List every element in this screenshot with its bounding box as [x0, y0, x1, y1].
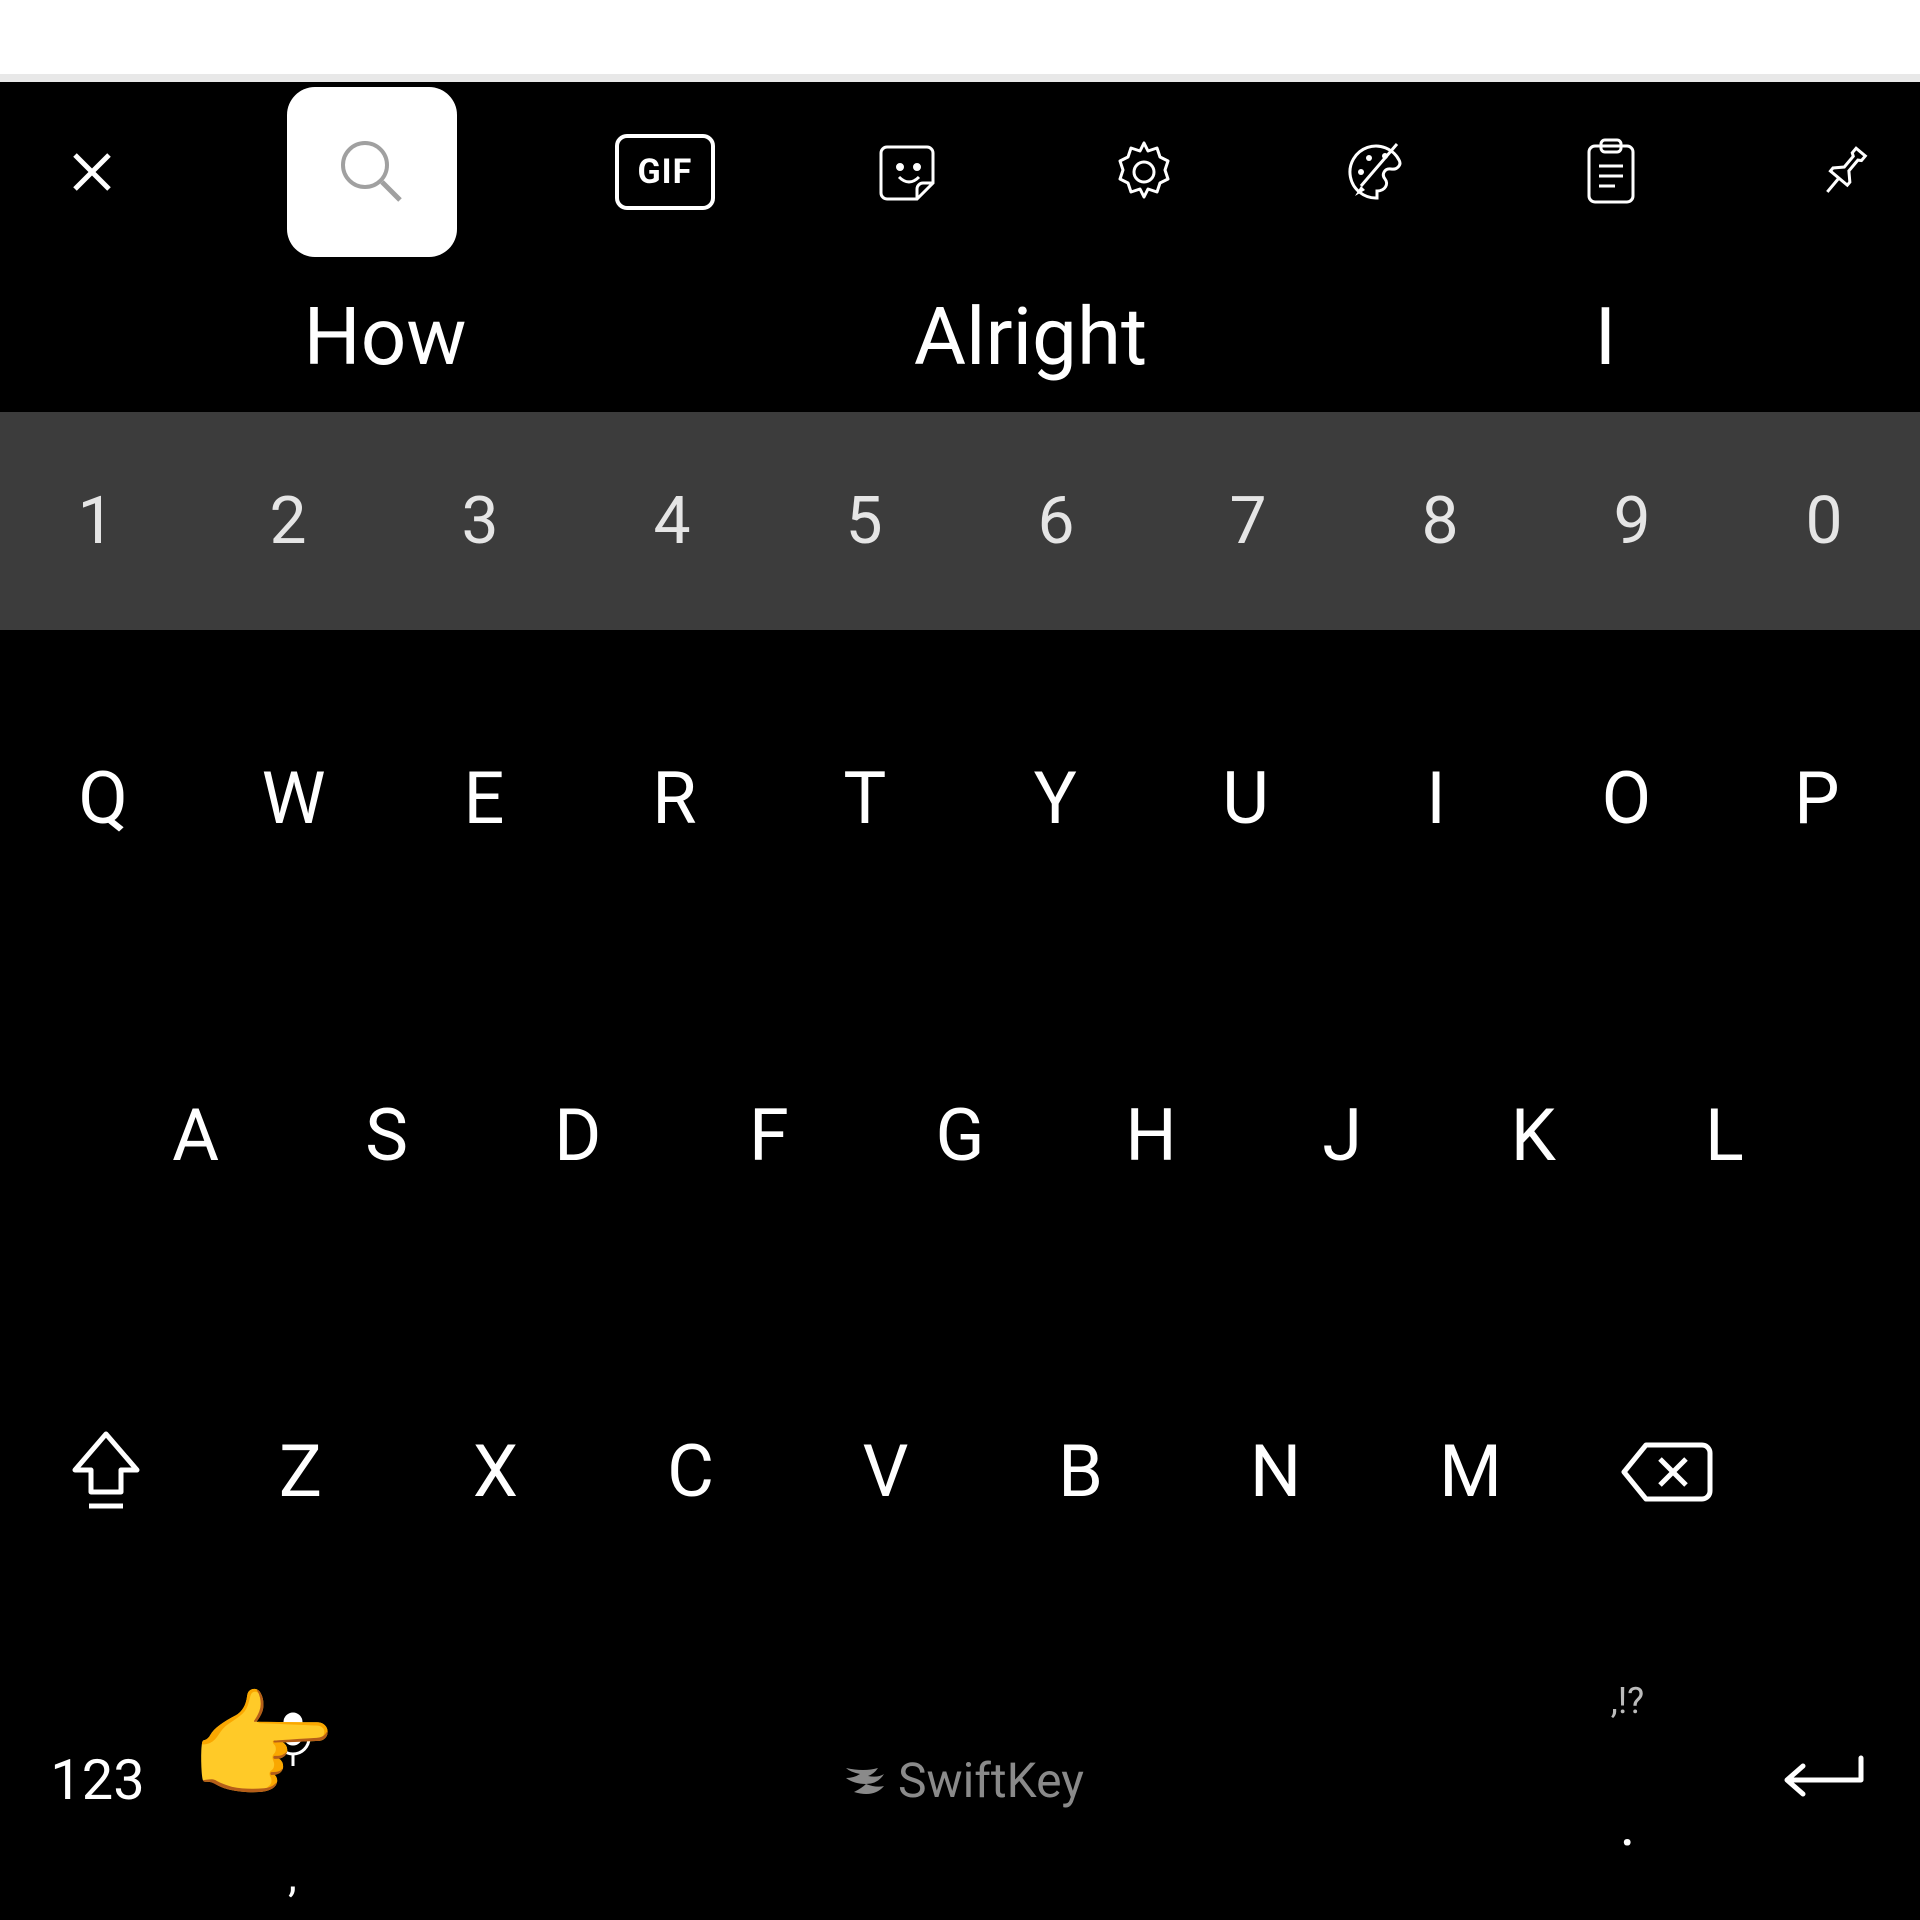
key-v[interactable]: V [788, 1303, 983, 1640]
number-row: 1 2 3 4 5 6 7 8 9 0 [0, 412, 1920, 630]
suggestion-1[interactable]: How [304, 290, 467, 384]
letter-row-1: Q W E R T Y U I O P [0, 630, 1920, 967]
search-button[interactable] [287, 87, 457, 257]
key-r[interactable]: R [579, 630, 769, 967]
key-g[interactable]: G [864, 967, 1055, 1304]
microphone-icon [271, 1710, 315, 1770]
key-3[interactable]: 3 [384, 412, 576, 630]
bottom-row: 123 , SwiftKey ,!? . 👈 [0, 1640, 1920, 1920]
shift-key[interactable] [8, 1428, 203, 1516]
key-b[interactable]: B [983, 1303, 1178, 1640]
key-1[interactable]: 1 [0, 412, 192, 630]
symbols-key[interactable]: 123 [0, 1640, 195, 1920]
key-e[interactable]: E [389, 630, 579, 967]
key-y[interactable]: Y [960, 630, 1150, 967]
key-w[interactable]: W [198, 630, 388, 967]
key-k[interactable]: K [1438, 967, 1629, 1304]
key-j[interactable]: J [1247, 967, 1438, 1304]
letter-row-3: Z X C V B N M [0, 1303, 1920, 1640]
key-u[interactable]: U [1150, 630, 1340, 967]
comma-hint: , [288, 1850, 297, 1902]
key-d[interactable]: D [482, 967, 673, 1304]
key-8[interactable]: 8 [1344, 412, 1536, 630]
swiftkey-brand: SwiftKey [836, 1752, 1084, 1809]
key-a[interactable]: A [100, 967, 291, 1304]
key-o[interactable]: O [1531, 630, 1721, 967]
key-q[interactable]: Q [8, 630, 198, 967]
key-z[interactable]: Z [203, 1303, 398, 1640]
key-h[interactable]: H [1056, 967, 1247, 1304]
period-label: . [1620, 1789, 1636, 1860]
separator-bar [0, 74, 1920, 82]
settings-icon[interactable] [1106, 134, 1182, 210]
sticker-icon[interactable] [872, 134, 948, 210]
key-l[interactable]: L [1629, 967, 1820, 1304]
key-f[interactable]: F [673, 967, 864, 1304]
symbols-label: 123 [50, 1747, 144, 1813]
key-p[interactable]: P [1722, 630, 1912, 967]
voice-key[interactable]: , [195, 1640, 390, 1920]
pin-icon[interactable] [1806, 134, 1882, 210]
key-n[interactable]: N [1178, 1303, 1373, 1640]
letter-row-2: A S D F G H J K L [0, 967, 1920, 1304]
theme-icon[interactable] [1339, 134, 1415, 210]
key-4[interactable]: 4 [576, 412, 768, 630]
key-7[interactable]: 7 [1152, 412, 1344, 630]
space-key[interactable]: SwiftKey [390, 1640, 1530, 1920]
key-t[interactable]: T [770, 630, 960, 967]
key-s[interactable]: S [291, 967, 482, 1304]
space-brand-label: SwiftKey [898, 1752, 1084, 1809]
gif-button[interactable]: GIF [615, 134, 715, 210]
key-5[interactable]: 5 [768, 412, 960, 630]
punct-hint: ,!? [1611, 1680, 1644, 1722]
key-c[interactable]: C [593, 1303, 788, 1640]
gif-label: GIF [637, 152, 692, 192]
key-m[interactable]: M [1373, 1303, 1568, 1640]
keyboard-toolbar: GIF [0, 82, 1920, 262]
key-2[interactable]: 2 [192, 412, 384, 630]
swiftkey-keyboard: GIF How Alright I 1 2 3 4 5 6 7 8 9 0 [0, 82, 1920, 1920]
enter-key[interactable] [1725, 1640, 1920, 1920]
suggestion-bar: How Alright I [0, 262, 1920, 412]
key-i[interactable]: I [1341, 630, 1531, 967]
key-9[interactable]: 9 [1536, 412, 1728, 630]
close-icon[interactable] [54, 134, 130, 210]
key-x[interactable]: X [398, 1303, 593, 1640]
backspace-key[interactable] [1568, 1439, 1763, 1505]
suggestion-3[interactable]: I [1595, 290, 1617, 384]
suggestion-2[interactable]: Alright [914, 290, 1147, 384]
key-0[interactable]: 0 [1728, 412, 1920, 630]
app-area-above-keyboard [0, 0, 1920, 74]
key-6[interactable]: 6 [960, 412, 1152, 630]
clipboard-icon[interactable] [1573, 134, 1649, 210]
period-key[interactable]: ,!? . [1530, 1640, 1725, 1920]
